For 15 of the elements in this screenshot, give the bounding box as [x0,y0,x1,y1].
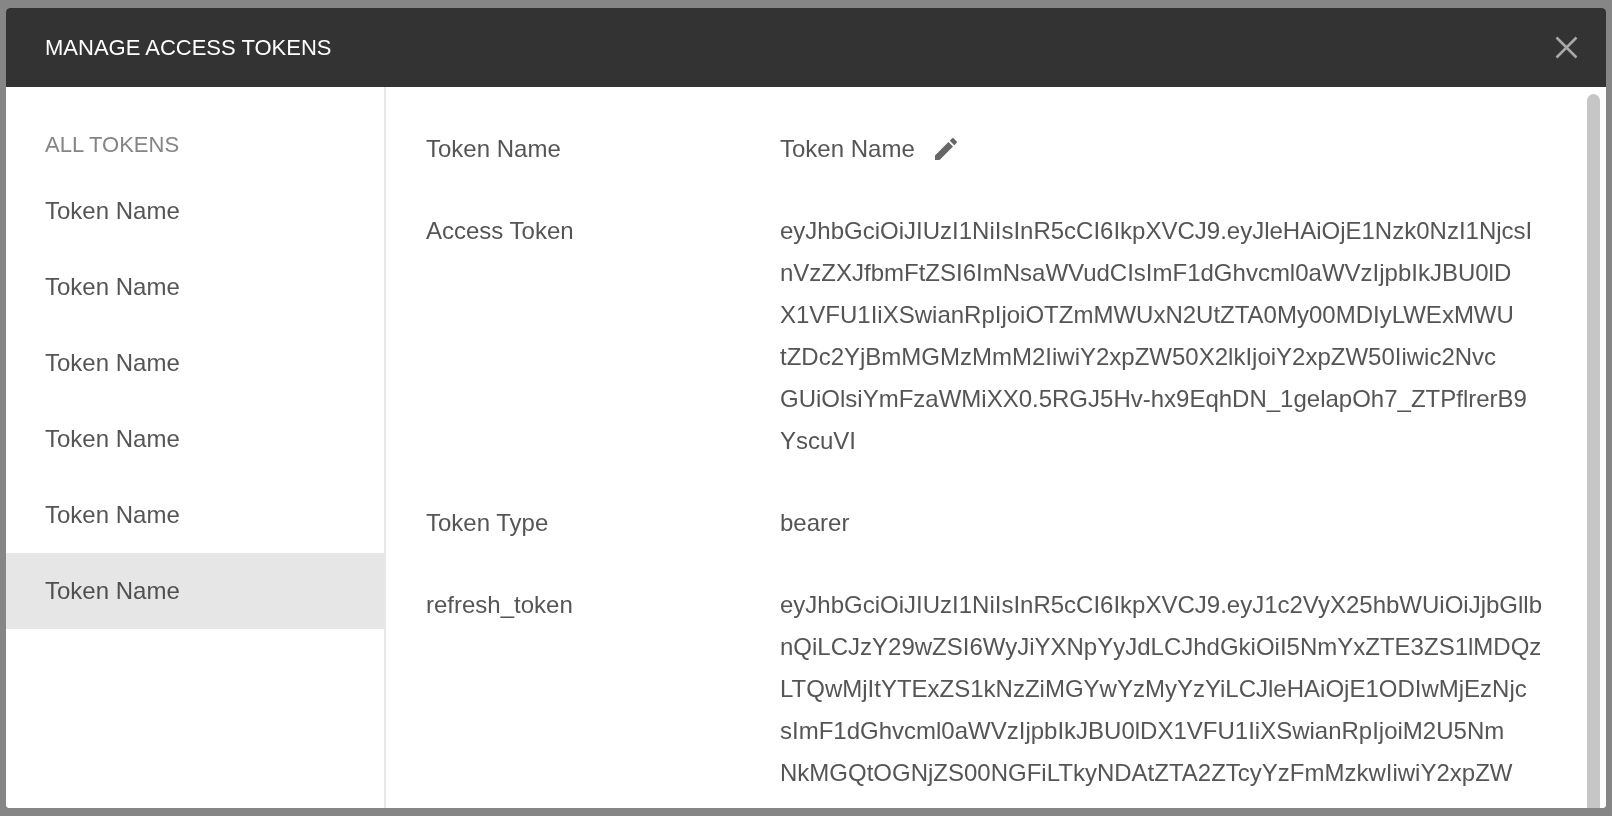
field-label: Token Type [426,508,550,538]
sidebar-heading: ALL TOKENS [45,131,181,159]
token-list-item[interactable]: Token Name [6,553,384,629]
field-label: refresh_token [426,590,574,620]
token-value: eyJhbGciOiJIUzI1NiIsInR5cCI6IkpXVCJ9.eyJ1c2VyX25hbWUiOiJjbGllb nQiLCJzY29wZSI6WyJiYXNpYyJdLCJhdGkiOiI5NmYxZTE3ZS1lMDQz LTQwMjItYTExZS1kNzZiMGYwYzMyYzYiLCJleHAiOjE1ODIwMjEzNjc sImF1dGhvcml0aWVzIjpbIkJBU0lDX1VFU1IiXSwianRpIjoiM2U5Nm NkMGQtOGNjZS00NGFiLTkyNDAtZTA2ZTcyYzFmMzkwIiwiY2xpZW [780,590,1543,788]
field-label: Token Name [426,134,562,164]
token-name-value: Token Name [780,134,915,164]
close-icon [1555,36,1578,59]
dialog-title: MANAGE ACCESS TOKENS [45,33,332,62]
token-value: eyJhbGciOiJIUzI1NiIsInR5cCI6IkpXVCJ9.eyJleHAiOjE1Nzk0NzI1NjcsI nVzZXJfbmFtZSI6ImNsaWVudCIsImF1dGhvcml0aWVzIjpbIkJBU0lD X1VFU1IiXSwianRpIjoiOTZmMWUxN2UtZTA0My00MDIyLWExMWU tZDc2YjBmMGMzMmM2IiwiY2xpZW50X2lkIjoiY2xpZW50Iiwic2Nvc GUiOlsiYmFzaWMiXX0.5RGJ5Hv-hx9EqhDN_1gelapOh7_ZTPflrerB9 YscuVI [780,216,1533,456]
close-button[interactable] [1555,36,1578,59]
pencil-icon [934,138,957,160]
field-value: bearer [780,508,850,538]
field-label: Access Token [426,216,575,246]
edit-button[interactable] [934,138,957,160]
